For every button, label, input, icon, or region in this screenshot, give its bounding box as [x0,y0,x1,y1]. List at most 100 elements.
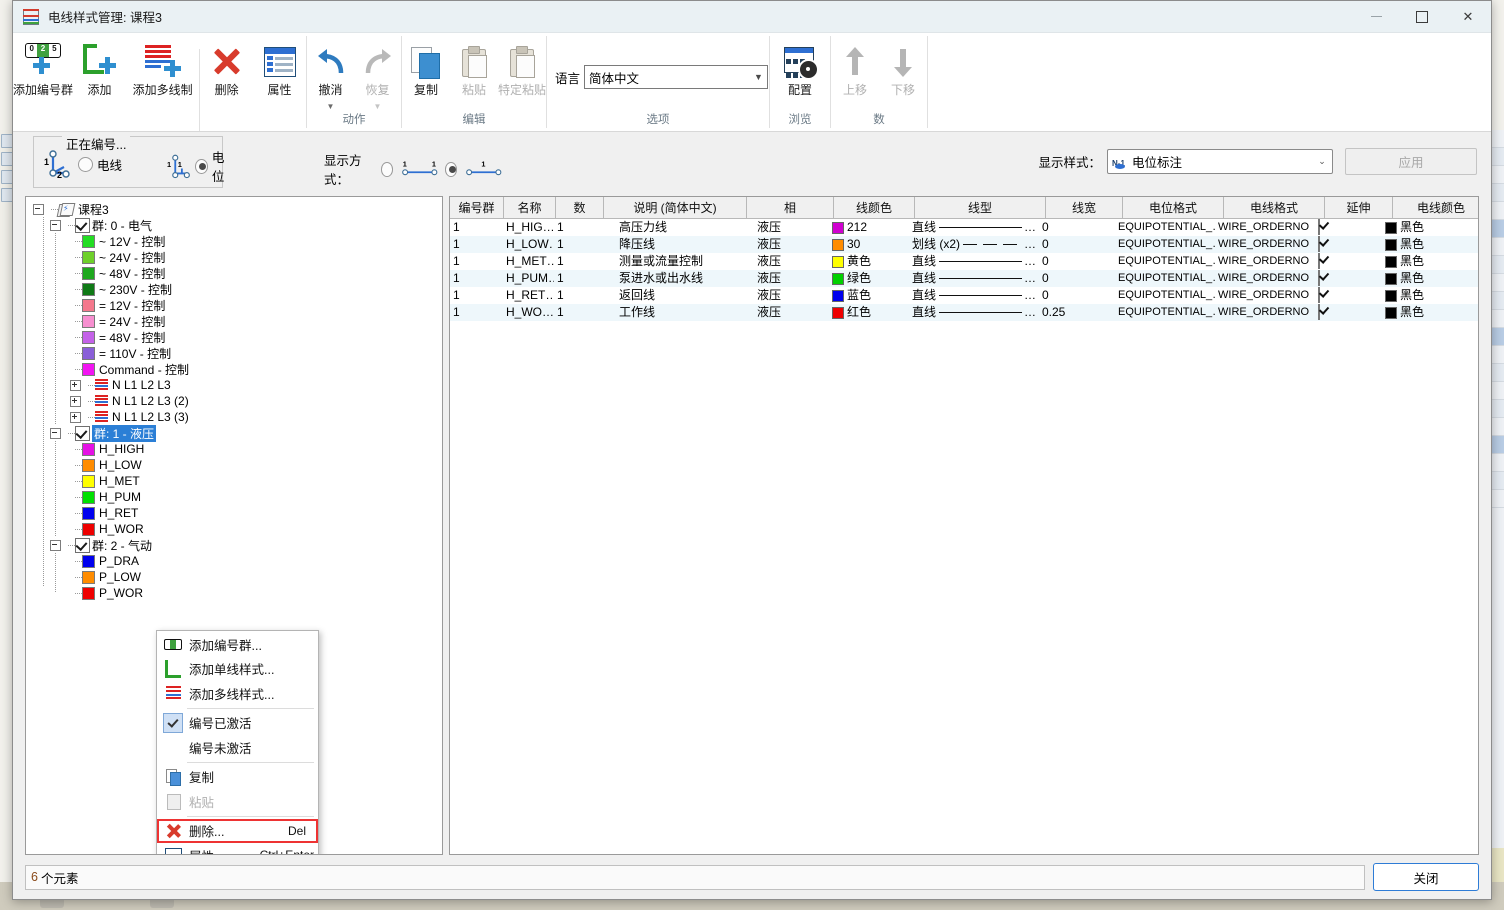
tree-node-wire[interactable]: = 110V - 控制 [69,345,442,361]
tree-node-wire[interactable]: P_LOW [69,569,442,585]
cell-name: H_MET… [503,253,554,270]
tree-node-wire[interactable]: P_DRA [69,553,442,569]
tree-node-wire[interactable]: H_PUM [69,489,442,505]
table-row[interactable]: 1 H_HIG… 1 高压力线 液压 212 直线… 0 EQUIPOTENTI… [450,219,1478,236]
tree-node-wire[interactable]: ~ 24V - 控制 [69,249,442,265]
column-header-line-width[interactable]: 线宽 [1046,197,1123,218]
display-mode-2-radio[interactable] [445,162,458,177]
column-header-pot-format[interactable]: 电位格式 [1123,197,1224,218]
tree-node-multi[interactable]: N L1 L2 L3 (2) [69,393,442,409]
tree-node-group-1[interactable]: 群: 1 - 液压 [32,425,442,441]
menu-item-add-number-group[interactable]: 添加编号群... [157,632,318,657]
column-header-extend[interactable]: 延伸 [1325,197,1393,218]
ribbon-button-label: 恢复 [365,81,389,98]
cell-extend-checkbox[interactable] [1318,236,1320,252]
tree-node-group-0[interactable]: 群: 0 - 电气 [32,217,442,233]
column-header-name[interactable]: 名称 [504,197,556,218]
cell-extend-checkbox[interactable] [1318,219,1320,235]
copy-icon [161,767,185,787]
tree-node-wire[interactable]: ~ 48V - 控制 [69,265,442,281]
cell-extend-checkbox[interactable] [1318,253,1320,269]
cell-name: H_RET… [503,287,554,304]
wire-color-name: 212 [847,219,867,236]
wire-style-tree[interactable]: ⚡ 课程3 群: 0 - 电气 ~ 12V - 控制 [25,196,443,855]
collapse-toggle[interactable] [50,428,61,439]
column-header-wire-format[interactable]: 电线格式 [1224,197,1325,218]
group-checkbox[interactable] [75,426,90,441]
column-header-cable-color[interactable]: 电线颜色 [1393,197,1479,218]
menu-item-delete[interactable]: 删除... Del [157,819,318,844]
wire-radio[interactable] [78,157,93,172]
tree-context-menu[interactable]: 添加编号群... 添加单线样式... 添加多线样式... 编号已激活 [156,630,319,855]
collapse-toggle[interactable] [50,220,61,231]
tree-node-wire[interactable]: H_MET [69,473,442,489]
expand-toggle[interactable] [70,412,81,423]
collapse-toggle[interactable] [33,204,44,215]
tree-node-multi[interactable]: N L1 L2 L3 (3) [69,409,442,425]
menu-item-shortcut: Ctrl+Enter [260,848,314,855]
tree-node-wire[interactable]: H_RET [69,505,442,521]
maximize-icon[interactable] [1399,1,1445,32]
close-button[interactable]: 关闭 [1373,863,1479,891]
properties-button[interactable]: 属性 [253,41,306,98]
menu-item-add-multi-wire-style[interactable]: 添加多线样式... [157,681,318,706]
configure-button[interactable]: 配置 [770,41,830,98]
minimize-icon[interactable] [1353,1,1399,32]
column-header-count[interactable]: 数 [556,197,604,218]
undo-button[interactable]: 撤消 ▼ [307,41,354,110]
expand-toggle[interactable] [70,380,81,391]
cell-extend-checkbox[interactable] [1318,304,1320,320]
wire-style-grid[interactable]: 编号群 名称 数 说明 (简体中文) 相 线颜色 线型 线宽 电位格式 电线格式… [449,196,1479,855]
tree-node-wire[interactable]: = 48V - 控制 [69,329,442,345]
cell-extend-checkbox[interactable] [1318,287,1320,303]
collapse-toggle[interactable] [50,540,61,551]
column-header-wire-color[interactable]: 线颜色 [834,197,915,218]
table-row[interactable]: 1 H_WO… 1 工作线 液压 红色 直线… 0.25 EQUIPOTENTI… [450,304,1478,321]
display-style-select[interactable]: N-1 电位标注 ⌄ [1107,149,1333,174]
tree-node-multi[interactable]: N L1 L2 L3 [69,377,442,393]
add-number-group-button[interactable]: 025 添加编号群 [13,41,73,98]
tree-node-wire[interactable]: H_WOR [69,521,442,537]
cell-line-type: 直线… [912,219,1036,236]
tree-node-wire[interactable]: Command - 控制 [69,361,442,377]
tree-node-wire[interactable]: H_HIGH [69,441,442,457]
cell-count: 1 [554,219,601,236]
cell-cable-color: 黑色 [1385,304,1475,321]
expand-toggle[interactable] [70,396,81,407]
ribbon-button-label: 下移 [891,81,915,98]
tree-node-wire[interactable]: ~ 230V - 控制 [69,281,442,297]
menu-item-properties[interactable]: 属性... Ctrl+Enter [157,843,318,855]
group-checkbox[interactable] [75,218,90,233]
tree-node-group-2[interactable]: 群: 2 - 气动 [32,537,442,553]
table-row[interactable]: 1 H_LOW… 1 降压线 液压 30 划线 (x2)… 0 EQUIPOTE… [450,236,1478,253]
tree-node-wire[interactable]: ~ 12V - 控制 [69,233,442,249]
tree-node-root[interactable]: ⚡ 课程3 [32,201,442,217]
copy-button[interactable]: 复制 [402,41,450,98]
display-mode-1-radio[interactable] [381,162,394,177]
column-header-description[interactable]: 说明 (简体中文) [604,197,747,218]
chevron-down-icon[interactable]: ▼ [327,104,335,110]
menu-item-numbering-inactive[interactable]: 编号未激活 [157,735,318,760]
column-header-group[interactable]: 编号群 [450,197,504,218]
delete-button[interactable]: 删除 [200,41,253,98]
tree-node-wire[interactable]: = 12V - 控制 [69,297,442,313]
table-row[interactable]: 1 H_MET… 1 测量或流量控制 液压 黄色 直线… 0 EQUIPOTEN… [450,253,1478,270]
menu-item-copy[interactable]: 复制 [157,765,318,790]
column-header-phase[interactable]: 相 [747,197,834,218]
cell-extend-checkbox[interactable] [1318,270,1320,286]
menu-item-add-single-wire-style[interactable]: 添加单线样式... [157,657,318,682]
tree-node-wire[interactable]: H_LOW [69,457,442,473]
tree-node-wire[interactable]: = 24V - 控制 [69,313,442,329]
menu-item-numbering-active[interactable]: 编号已激活 [157,711,318,736]
table-row[interactable]: 1 H_RET… 1 返回线 液压 蓝色 直线… 0 EQUIPOTENTIAL… [450,287,1478,304]
add-single-wire-button[interactable]: 添加 [73,41,126,98]
language-select[interactable]: 简体中文 ▼ [584,65,768,89]
add-multi-wire-button[interactable]: 添加多线制 [126,41,199,98]
close-icon[interactable]: ✕ [1445,1,1491,32]
tree-node-wire[interactable]: P_WOR [69,585,442,601]
group-checkbox[interactable] [75,538,90,553]
table-row[interactable]: 1 H_PUM… 1 泵进水或出水线 液压 绿色 直线… 0 EQUIPOTEN… [450,270,1478,287]
potential-radio[interactable] [195,159,208,174]
configure-icon [784,47,816,77]
column-header-line-type[interactable]: 线型 [915,197,1046,218]
